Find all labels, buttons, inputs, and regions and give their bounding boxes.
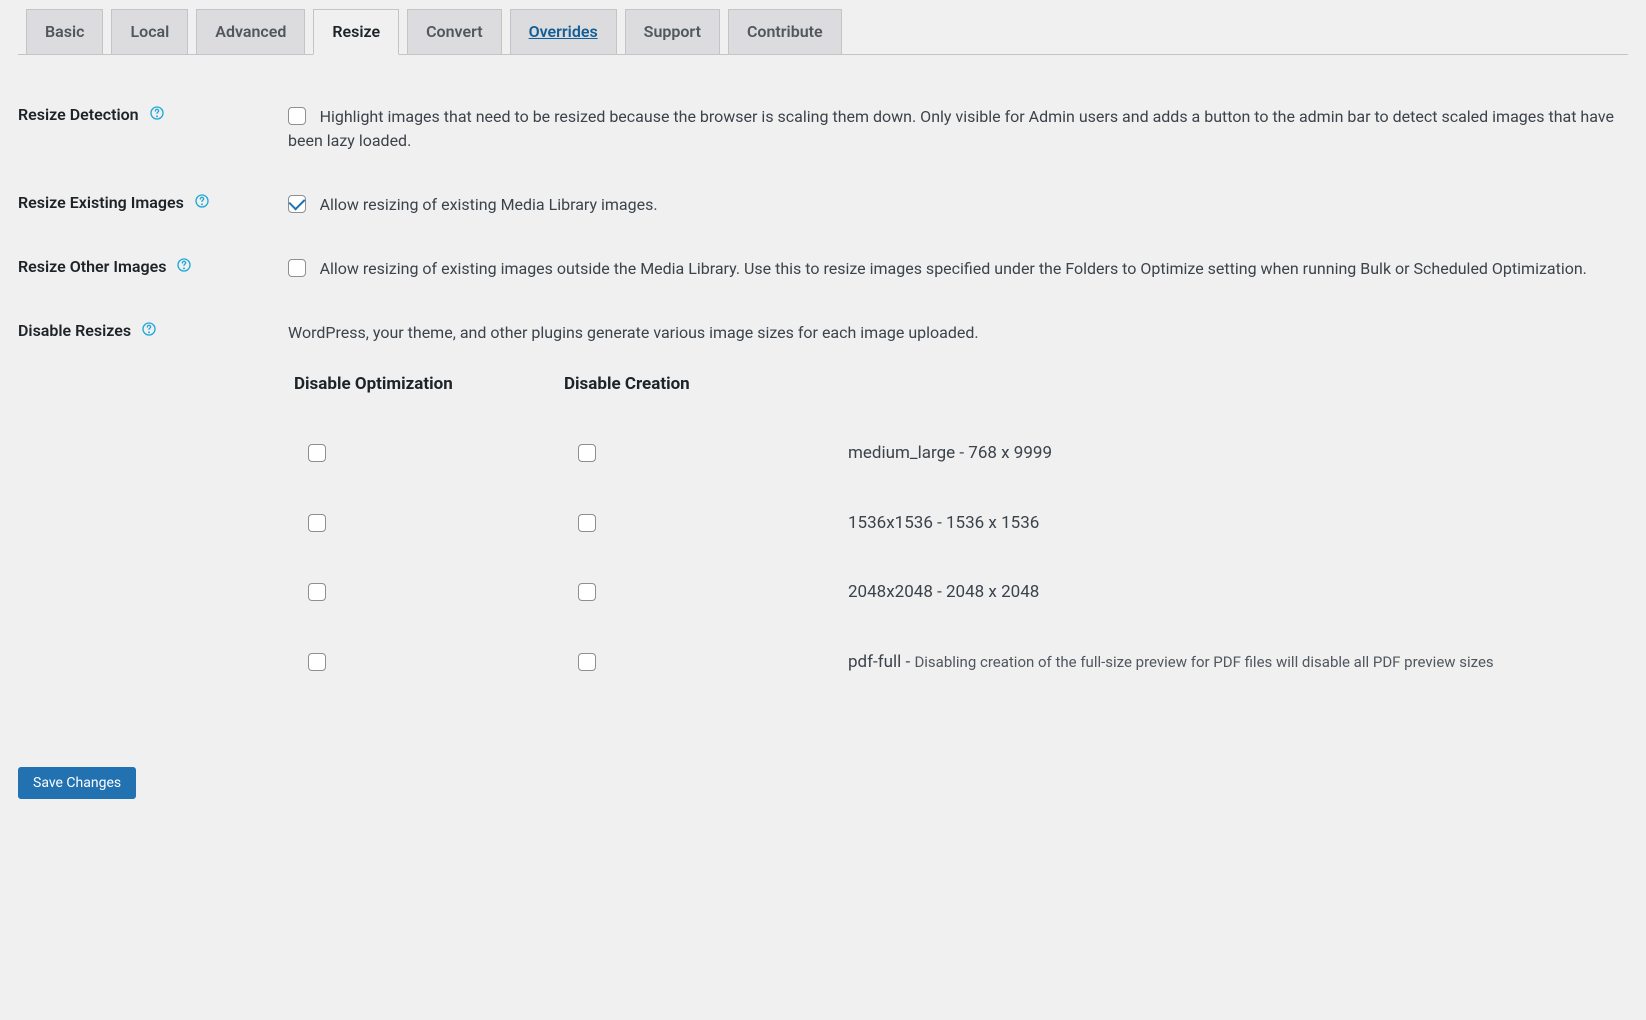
size-row: medium_large - 768 x 9999 <box>288 419 1618 489</box>
resize-other-label: Resize Other Images <box>18 237 278 301</box>
size-row: 2048x2048 - 2048 x 2048 <box>288 558 1618 628</box>
tab-support[interactable]: Support <box>625 9 720 54</box>
size-label: pdf-full - Disabling creation of the ful… <box>838 628 1618 698</box>
tab-local[interactable]: Local <box>111 9 188 54</box>
disable-creation-checkbox[interactable] <box>578 653 596 671</box>
disable-creation-checkbox[interactable] <box>578 583 596 601</box>
tab-convert[interactable]: Convert <box>407 9 502 54</box>
col-disable-creation: Disable Creation <box>558 373 838 419</box>
resize-other-label-text: Resize Other Images <box>18 257 166 276</box>
settings-form: Resize Detection Highlight images that n… <box>18 85 1628 717</box>
disable-optimization-checkbox[interactable] <box>308 583 326 601</box>
settings-tabs: Basic Local Advanced Resize Convert Over… <box>18 0 1628 55</box>
disable-creation-checkbox[interactable] <box>578 444 596 462</box>
resize-existing-label-text: Resize Existing Images <box>18 193 184 212</box>
size-label: 1536x1536 - 1536 x 1536 <box>838 489 1618 559</box>
resize-existing-desc: Allow resizing of existing Media Library… <box>320 195 658 214</box>
size-row: 1536x1536 - 1536 x 1536 <box>288 489 1618 559</box>
disable-optimization-checkbox[interactable] <box>308 444 326 462</box>
resize-detection-label: Resize Detection <box>18 85 278 173</box>
submit-wrap: Save Changes <box>18 767 1628 799</box>
tab-contribute[interactable]: Contribute <box>728 9 842 54</box>
disable-optimization-checkbox[interactable] <box>308 653 326 671</box>
resize-other-desc: Allow resizing of existing images outsid… <box>320 259 1587 278</box>
resize-other-checkbox[interactable] <box>288 259 306 277</box>
disable-resizes-intro: WordPress, your theme, and other plugins… <box>288 321 1618 345</box>
disable-resizes-label: Disable Resizes <box>18 301 278 717</box>
help-icon[interactable] <box>141 321 157 337</box>
size-row: pdf-full - Disabling creation of the ful… <box>288 628 1618 698</box>
resize-detection-desc: Highlight images that need to be resized… <box>288 107 1614 150</box>
help-icon[interactable] <box>149 105 165 121</box>
size-label: medium_large - 768 x 9999 <box>838 419 1618 489</box>
resize-other-option[interactable]: Allow resizing of existing images outsid… <box>288 259 1587 278</box>
resize-existing-label: Resize Existing Images <box>18 173 278 237</box>
tab-advanced[interactable]: Advanced <box>196 9 305 54</box>
help-icon[interactable] <box>194 193 210 209</box>
save-button[interactable]: Save Changes <box>18 767 136 799</box>
disable-creation-checkbox[interactable] <box>578 514 596 532</box>
tab-resize[interactable]: Resize <box>313 9 399 55</box>
sizes-table: Disable Optimization Disable Creation me… <box>288 373 1618 697</box>
disable-optimization-checkbox[interactable] <box>308 514 326 532</box>
resize-detection-label-text: Resize Detection <box>18 105 139 124</box>
resize-detection-option[interactable]: Highlight images that need to be resized… <box>288 107 1614 150</box>
tab-basic[interactable]: Basic <box>26 9 103 54</box>
help-icon[interactable] <box>176 257 192 273</box>
resize-detection-checkbox[interactable] <box>288 107 306 125</box>
size-label: 2048x2048 - 2048 x 2048 <box>838 558 1618 628</box>
col-disable-optimization: Disable Optimization <box>288 373 558 419</box>
resize-existing-option[interactable]: Allow resizing of existing Media Library… <box>288 195 658 214</box>
resize-existing-checkbox[interactable] <box>288 195 306 213</box>
disable-resizes-label-text: Disable Resizes <box>18 321 131 340</box>
size-note: Disabling creation of the full-size prev… <box>914 653 1493 671</box>
tab-overrides[interactable]: Overrides <box>510 9 617 54</box>
